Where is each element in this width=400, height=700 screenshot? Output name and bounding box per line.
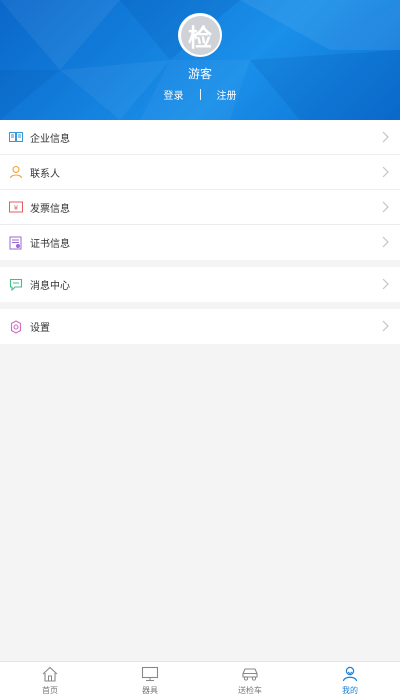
login-link[interactable]: 登录 [164, 87, 184, 102]
profile-header: 检 游客 登录 注册 [0, 0, 400, 120]
bottom-tab-bar: 首页 器具 送检车 我的 [0, 661, 400, 700]
tab-label: 送检车 [238, 686, 262, 695]
menu-item-invoice[interactable]: ¥ 发票信息 [0, 190, 400, 225]
menu-item-label: 发票信息 [30, 203, 70, 215]
tab-mine[interactable]: 我的 [300, 662, 400, 700]
building-info-icon [9, 130, 23, 144]
avatar-text: 检 [180, 15, 220, 55]
menu-item-contacts[interactable]: 联系人 [0, 155, 400, 190]
svg-text:¥: ¥ [14, 204, 19, 212]
auth-links: 登录 注册 [0, 87, 400, 102]
home-icon [42, 666, 58, 682]
register-link[interactable]: 注册 [217, 87, 237, 102]
menu-item-settings[interactable]: 设置 [0, 309, 400, 344]
car-icon [242, 668, 258, 681]
tab-home[interactable]: 首页 [0, 662, 100, 700]
message-icon [9, 278, 23, 292]
menu-item-label: 证书信息 [30, 239, 70, 250]
certificate-icon [9, 236, 23, 250]
tab-label: 首页 [42, 686, 58, 695]
tab-label: 我的 [342, 686, 358, 695]
menu-item-certificate[interactable]: 证书信息 [0, 225, 400, 260]
chevron-right-icon [382, 131, 389, 143]
menu-group-messages: 消息中心 [0, 267, 400, 302]
menu-item-label: 设置 [30, 323, 50, 334]
avatar[interactable]: 检 [178, 13, 222, 57]
invoice-icon: ¥ [9, 200, 23, 214]
tab-instruments[interactable]: 器具 [100, 662, 200, 700]
chevron-right-icon [382, 278, 389, 290]
username-label: 游客 [187, 67, 212, 81]
person-icon [9, 165, 23, 179]
settings-gear-icon [9, 319, 23, 334]
monitor-icon [141, 666, 159, 681]
chevron-right-icon [382, 236, 389, 248]
chevron-right-icon [382, 166, 389, 178]
chevron-right-icon [382, 320, 389, 332]
tab-label: 器具 [142, 686, 158, 695]
tab-inspection-car[interactable]: 送检车 [200, 662, 300, 700]
menu-item-company-info[interactable]: 企业信息 [0, 120, 400, 155]
menu-group-account: 企业信息 联系人 ¥ 发票信息 证书信息 [0, 120, 400, 260]
menu-item-label: 联系人 [30, 168, 60, 180]
menu-item-message-center[interactable]: 消息中心 [0, 267, 400, 302]
menu-item-label: 企业信息 [30, 133, 70, 145]
chevron-right-icon [382, 201, 389, 213]
user-icon [342, 666, 358, 682]
menu-group-settings: 设置 [0, 309, 400, 344]
menu-item-label: 消息中心 [30, 281, 70, 292]
auth-divider [199, 89, 201, 100]
